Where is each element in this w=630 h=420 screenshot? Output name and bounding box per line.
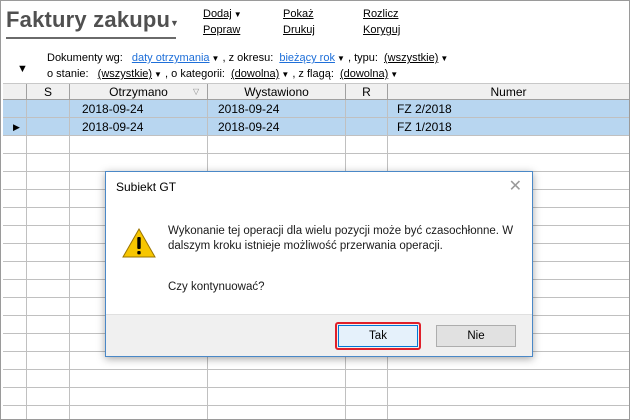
filter-row-1: Dokumenty wg: daty otrzymania ▼ , z okres… [47, 50, 448, 66]
table-row-1[interactable]: 2018-09-24 2018-09-24 FZ 2/2018 [3, 100, 629, 118]
menu-drukuj[interactable]: Drukuj [283, 24, 315, 36]
table-row-2[interactable]: ▶ 2018-09-24 2018-09-24 FZ 1/2018 [3, 118, 629, 136]
cell-otrzymano: 2018-09-24 [82, 102, 144, 116]
menu-popraw[interactable]: Popraw [203, 24, 240, 36]
menu-pokaz[interactable]: Pokaż [283, 8, 314, 20]
column-header-s[interactable]: S [27, 84, 70, 100]
column-header-indicator [3, 84, 27, 100]
table-row[interactable] [3, 388, 629, 406]
state-filter-link[interactable]: (wszystkie) [98, 68, 152, 80]
grid-line [26, 100, 27, 118]
dropdown-arrow-icon[interactable]: ▼ [154, 70, 162, 79]
dodaj-dropdown-icon: ▼ [233, 10, 242, 19]
docs-label: Dokumenty wg: [47, 52, 123, 64]
cell-wystawiono: 2018-09-24 [218, 102, 280, 116]
grid-line [69, 118, 70, 136]
dropdown-arrow-icon[interactable]: ▼ [440, 54, 448, 63]
dialog-footer: Tak Nie [106, 314, 532, 356]
type-label: , typu: [347, 52, 378, 64]
cell-otrzymano: 2018-09-24 [82, 120, 144, 134]
cell-numer: FZ 2/2018 [397, 102, 452, 116]
grid-line [69, 100, 70, 118]
grid-line [387, 100, 388, 118]
category-filter-link[interactable]: (dowolna) [231, 68, 279, 80]
grid-line [345, 100, 346, 118]
warning-icon [122, 227, 156, 261]
cell-wystawiono: 2018-09-24 [218, 120, 280, 134]
cell-numer: FZ 1/2018 [397, 120, 452, 134]
filter-collapse-icon[interactable]: ▼ [17, 63, 28, 75]
page-title[interactable]: Faktury zakupu [6, 7, 170, 33]
dropdown-arrow-icon[interactable]: ▼ [281, 70, 289, 79]
confirm-dialog: Subiekt GT ✕ Wykonanie tej operacji dla … [105, 171, 533, 357]
docs-filter-link[interactable]: daty otrzymania [132, 52, 210, 64]
column-header-numer[interactable]: Numer [388, 84, 629, 100]
category-label: , o kategorii: [165, 68, 225, 80]
menu-koryguj[interactable]: Koryguj [363, 24, 400, 36]
grid-line [207, 100, 208, 118]
menu-rozlicz-label: Rozlicz [363, 8, 399, 20]
dialog-question: Czy kontynuować? [168, 281, 265, 293]
close-icon[interactable]: ✕ [509, 176, 522, 196]
no-button[interactable]: Nie [436, 325, 516, 347]
period-filter-link[interactable]: bieżący rok [279, 52, 335, 64]
column-header-otrzymano-label: Otrzymano [109, 85, 168, 99]
menu-koryguj-label: Koryguj [363, 24, 401, 36]
title-underline [6, 37, 176, 39]
menu-rozlicz[interactable]: Rozlicz [363, 8, 398, 20]
current-row-indicator-icon: ▶ [13, 122, 20, 132]
column-header-wystawiono[interactable]: Wystawiono [208, 84, 346, 100]
menu-dodaj[interactable]: Dodaj ▼ [203, 8, 242, 20]
yes-button[interactable]: Tak [338, 325, 418, 347]
grid-line [207, 118, 208, 136]
grid-line [387, 118, 388, 136]
app-window: Faktury zakupu ▼ Dodaj ▼ Popraw Pokaż Dru… [0, 0, 630, 420]
menu-popraw-label: Popraw [203, 24, 241, 36]
sort-indicator-icon: ▽ [193, 87, 200, 96]
dropdown-arrow-icon[interactable]: ▼ [212, 54, 220, 63]
flag-label: , z flagą: [292, 68, 334, 80]
table-row[interactable] [3, 370, 629, 388]
menu-drukuj-label: Drukuj [283, 24, 315, 36]
period-label: , z okresu: [222, 52, 274, 64]
column-header-r[interactable]: R [346, 84, 388, 100]
dialog-message: Wykonanie tej operacji dla wielu pozycji… [168, 225, 514, 252]
grid-line [26, 118, 27, 136]
dropdown-arrow-icon[interactable]: ▼ [337, 54, 345, 63]
column-header-otrzymano[interactable]: Otrzymano [70, 84, 208, 100]
table-row[interactable] [3, 136, 629, 154]
filter-row-2: o stanie: (wszystkie) ▼ , o kategorii: (d… [47, 66, 448, 82]
menu-pokaz-label: Pokaż [283, 8, 314, 20]
flag-filter-link[interactable]: (dowolna) [340, 68, 388, 80]
filter-bar: Dokumenty wg: daty otrzymania ▼ , z okres… [47, 50, 448, 82]
dialog-title: Subiekt GT [116, 180, 177, 194]
dropdown-arrow-icon[interactable]: ▼ [390, 70, 398, 79]
menu-dodaj-label: Dodaj [203, 8, 232, 20]
table-row[interactable] [3, 154, 629, 172]
grid-header: S Otrzymano ▽ Wystawiono R Numer [3, 83, 629, 100]
grid-line [345, 118, 346, 136]
type-filter-link[interactable]: (wszystkie) [384, 52, 438, 64]
state-label: o stanie: [47, 68, 89, 80]
title-dropdown-icon[interactable]: ▼ [170, 18, 179, 28]
